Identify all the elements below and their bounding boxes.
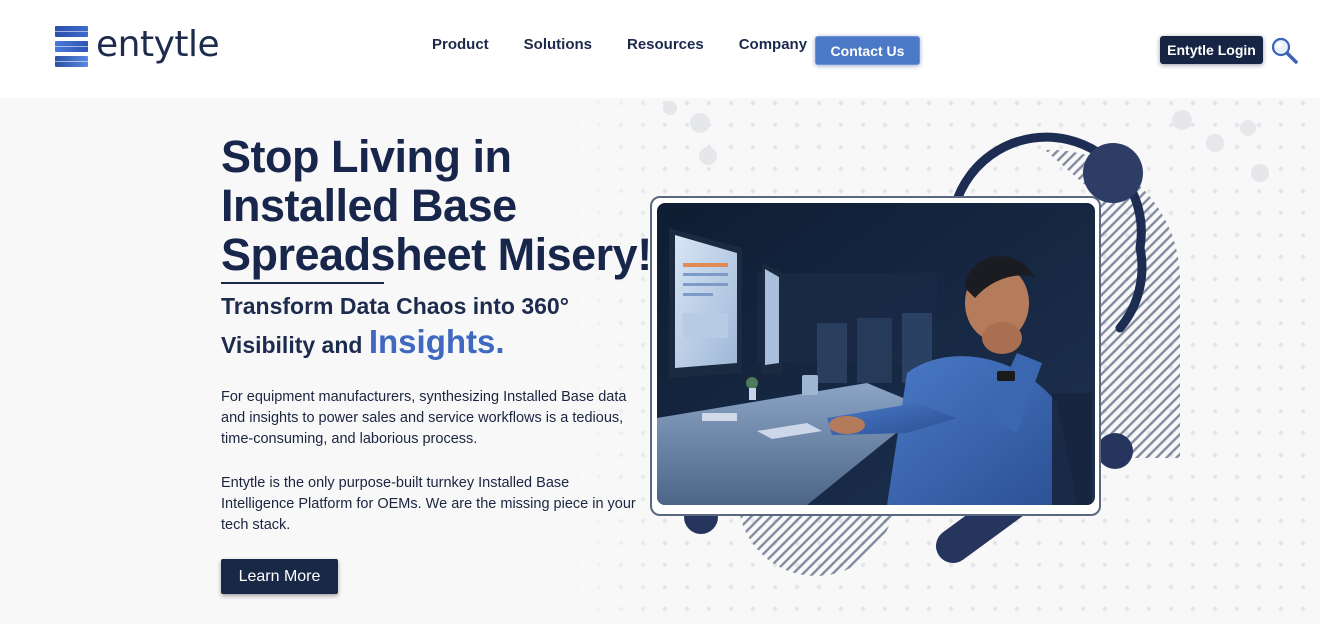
hero-headline: Stop Living in Installed Base Spreadshee… bbox=[221, 131, 652, 280]
nav-solutions[interactable]: Solutions bbox=[524, 36, 592, 53]
site-header: entytle Product Solutions Resources Comp… bbox=[0, 0, 1320, 98]
nav-company[interactable]: Company bbox=[739, 36, 807, 53]
search-icon[interactable] bbox=[1270, 36, 1298, 64]
entytle-login-button[interactable]: Entytle Login bbox=[1160, 36, 1263, 64]
subhead-accent: Insights. bbox=[368, 323, 505, 360]
contact-us-button[interactable]: Contact Us bbox=[815, 36, 920, 65]
entytle-logo[interactable]: entytle bbox=[55, 24, 220, 68]
nav-resources[interactable]: Resources bbox=[627, 36, 704, 53]
hero-section: Stop Living in Installed Base Spreadshee… bbox=[0, 98, 1320, 624]
hero-photo bbox=[657, 203, 1095, 505]
main-nav: Product Solutions Resources Company bbox=[432, 36, 842, 53]
hero-paragraph-1: For equipment manufacturers, synthesizin… bbox=[221, 389, 627, 447]
logo-text: entytle bbox=[96, 24, 220, 65]
hero-paragraph-2: Entytle is the only purpose-built turnke… bbox=[221, 475, 636, 533]
logo-mark-icon bbox=[55, 26, 88, 68]
hero-subheading: Transform Data Chaos into 360° Visibilit… bbox=[221, 293, 569, 360]
learn-more-button[interactable]: Learn More bbox=[221, 559, 338, 594]
nav-product[interactable]: Product bbox=[432, 36, 489, 53]
headline-underline bbox=[221, 282, 384, 284]
